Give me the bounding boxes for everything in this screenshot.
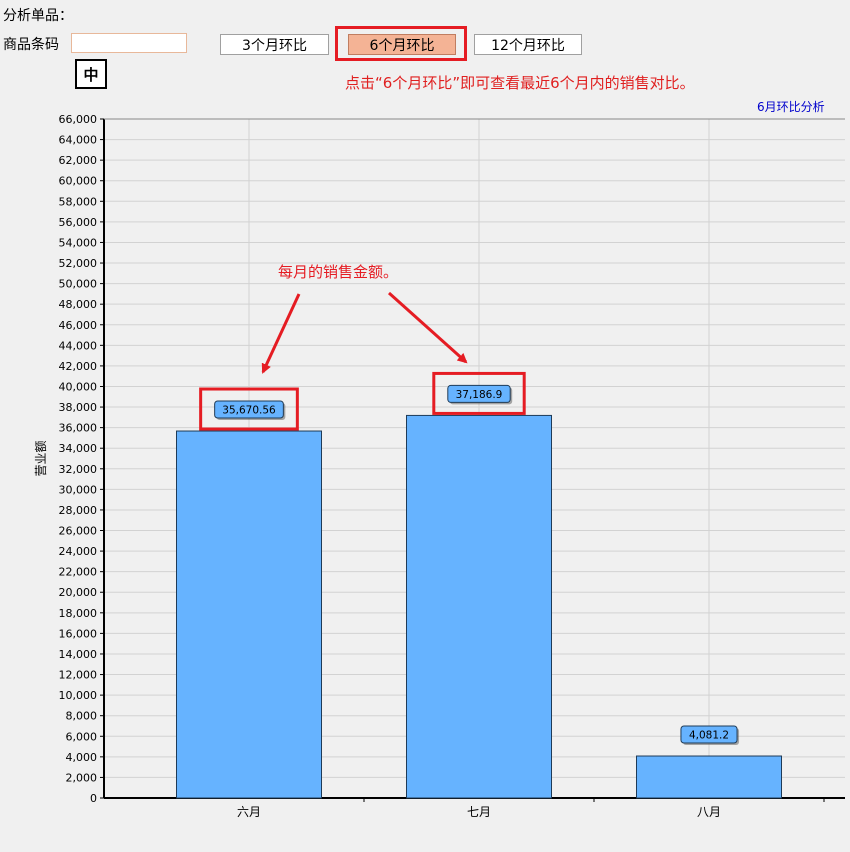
y-tick-label: 36,000	[59, 422, 98, 435]
y-tick-label: 48,000	[59, 298, 98, 311]
data-label: 35,670.56	[222, 405, 276, 417]
sales-bar-chart: 0 2,000 4,000 6,000 8,000 10,000 12,000 14,000 1…	[34, 113, 845, 819]
monthly-sales-annotation: 每月的销售金额。	[278, 263, 398, 281]
data-label: 37,186.9	[456, 389, 503, 401]
y-tick-label: 32,000	[59, 463, 98, 476]
y-tick-label: 62,000	[59, 154, 98, 167]
y-tick-label: 14,000	[59, 648, 98, 661]
y-tick-label: 18,000	[59, 607, 98, 620]
y-tick-label: 6,000	[66, 730, 98, 743]
y-tick-label: 34,000	[59, 442, 98, 455]
y-tick-label: 12,000	[59, 669, 98, 682]
bar-3[interactable]	[636, 755, 782, 799]
y-tick-label: 30,000	[59, 483, 98, 496]
y-axis-label: 营业额	[34, 440, 48, 476]
y-tick-label: 54,000	[59, 236, 98, 249]
x-tick-label: 六月	[237, 805, 261, 819]
y-tick-label: 26,000	[59, 525, 98, 538]
y-tick-label: 24,000	[59, 545, 98, 558]
bar-2[interactable]	[406, 414, 552, 799]
y-tick-label: 2,000	[66, 771, 98, 784]
y-tick-label: 20,000	[59, 586, 98, 599]
y-tick-label: 22,000	[59, 566, 98, 579]
bar-1[interactable]	[176, 430, 322, 799]
y-tick-label: 42,000	[59, 360, 98, 373]
y-tick-label: 10,000	[59, 689, 98, 702]
y-tick-label: 60,000	[59, 175, 98, 188]
x-tick-label: 八月	[697, 805, 721, 819]
y-tick-label: 40,000	[59, 380, 98, 393]
x-tick-label: 七月	[467, 805, 491, 819]
y-tick-label: 66,000	[59, 113, 98, 126]
y-tick-label: 4,000	[66, 751, 98, 764]
y-tick-label: 52,000	[59, 257, 98, 270]
y-tick-label: 38,000	[59, 401, 98, 414]
data-label: 4,081.2	[689, 730, 729, 742]
y-tick-label: 28,000	[59, 504, 98, 517]
y-tick-label: 56,000	[59, 216, 98, 229]
y-tick-label: 64,000	[59, 134, 98, 147]
y-tick-label: 16,000	[59, 627, 98, 640]
y-tick-label: 46,000	[59, 319, 98, 332]
y-tick-label: 8,000	[66, 710, 98, 723]
y-tick-label: 58,000	[59, 195, 98, 208]
y-tick-label: 0	[90, 792, 97, 805]
y-tick-label: 50,000	[59, 278, 98, 291]
y-tick-label: 44,000	[59, 339, 98, 352]
